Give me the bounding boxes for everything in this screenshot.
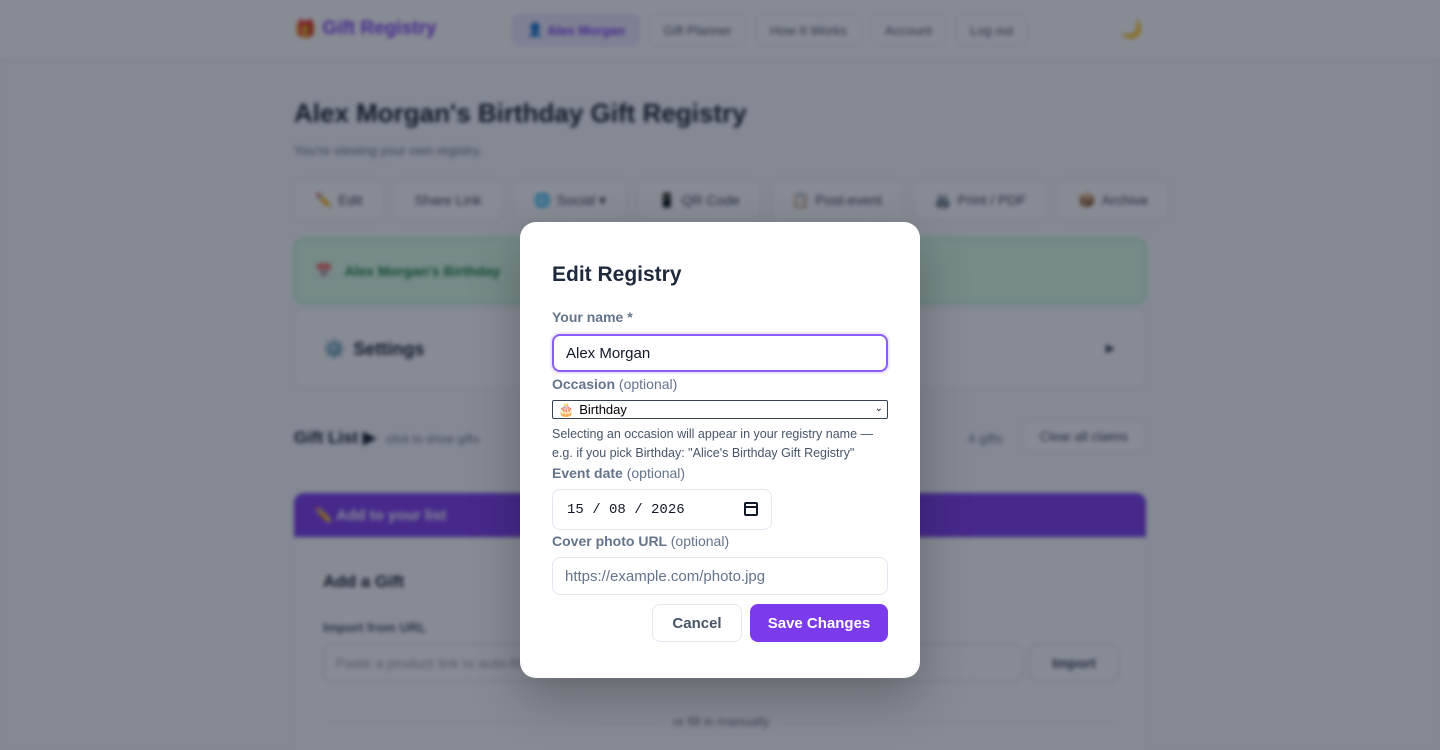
edit-registry-modal: Edit Registry Your name * Occasion (opti… xyxy=(520,222,920,678)
occasion-label-text: Occasion xyxy=(552,376,616,392)
name-label: Your name * xyxy=(552,309,633,325)
event-date-input[interactable]: 15 / 08 / 2026 xyxy=(552,489,772,530)
cancel-button[interactable]: Cancel xyxy=(652,604,742,642)
modal-title: Edit Registry xyxy=(552,263,682,286)
calendar-icon[interactable] xyxy=(744,502,758,516)
occasion-select[interactable]: 🎂 Birthday ⌄ xyxy=(552,400,888,419)
occasion-help: Selecting an occasion will appear in you… xyxy=(552,427,873,460)
cover-label-text: Cover photo URL xyxy=(552,533,667,549)
date-value: 15 / 08 / 2026 xyxy=(567,501,685,518)
date-optional: (optional) xyxy=(626,465,686,481)
name-input[interactable] xyxy=(552,334,888,372)
occasion-optional: (optional) xyxy=(618,376,678,392)
cake-icon: 🎂 xyxy=(558,401,575,417)
save-changes-button[interactable]: Save Changes xyxy=(750,604,888,642)
occasion-value: Birthday xyxy=(579,402,627,417)
date-label: Event date (optional) xyxy=(552,465,685,481)
occasion-label: Occasion (optional) xyxy=(552,376,677,392)
cover-photo-url-input[interactable] xyxy=(552,557,888,595)
cover-optional: (optional) xyxy=(670,533,730,549)
cover-label: Cover photo URL (optional) xyxy=(552,533,729,549)
chevron-down-icon: ⌄ xyxy=(874,403,883,414)
date-label-text: Event date xyxy=(552,465,623,481)
